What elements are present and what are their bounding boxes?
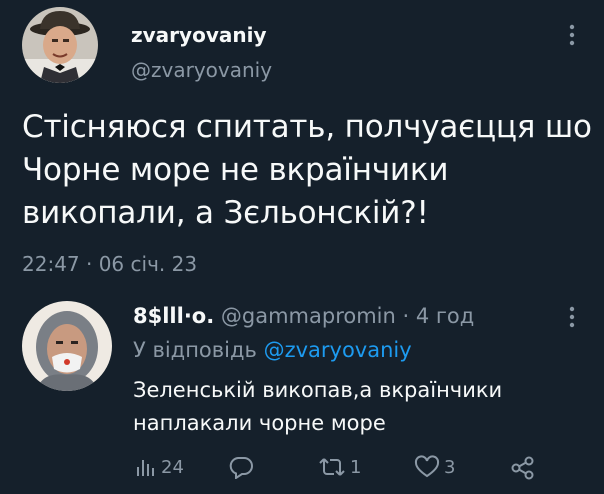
author-handle[interactable]: @zvaryovaniy	[131, 58, 272, 82]
like-button[interactable]: 3	[414, 455, 455, 479]
share-button[interactable]	[510, 455, 536, 481]
views-button[interactable]: 24	[133, 455, 184, 479]
reply-button[interactable]	[228, 455, 258, 479]
reply-separator: ·	[395, 304, 416, 328]
author-avatar[interactable]	[22, 7, 98, 83]
tweet-timestamp[interactable]: 22:47 · 06 січ. 23	[22, 252, 197, 276]
reply-author-name[interactable]: 8$lll·o.	[133, 304, 214, 328]
likes-count: 3	[444, 456, 456, 478]
replying-to: У відповідь @zvaryovaniy	[133, 338, 412, 362]
retweet-icon	[319, 458, 345, 476]
reply-icon	[229, 457, 253, 479]
reply-to-handle[interactable]: @zvaryovaniy	[264, 338, 412, 362]
reply-text: Зеленській викопав,а вкраїнчики наплакал…	[133, 378, 503, 435]
reply-header: 8$lll·o. @gammapromin · 4 год	[133, 304, 474, 328]
reply-time[interactable]: 4 год	[416, 304, 474, 328]
reply-author-handle[interactable]: @gammapromin	[221, 304, 396, 328]
like-icon	[414, 455, 440, 478]
more-icon[interactable]	[562, 18, 582, 52]
tweet-text: Стісняюся спитать, полчуаєцця шо Чорне м…	[22, 109, 592, 231]
retweet-button[interactable]: 1	[318, 455, 361, 479]
views-icon	[137, 460, 154, 476]
reply-avatar[interactable]	[22, 301, 112, 391]
author-name[interactable]: zvaryovaniy	[131, 23, 266, 47]
more-icon[interactable]	[562, 300, 582, 334]
share-icon	[511, 456, 534, 480]
retweets-count: 1	[350, 456, 362, 478]
reply-to-prefix: У відповідь	[133, 338, 264, 362]
views-count: 24	[161, 456, 184, 478]
